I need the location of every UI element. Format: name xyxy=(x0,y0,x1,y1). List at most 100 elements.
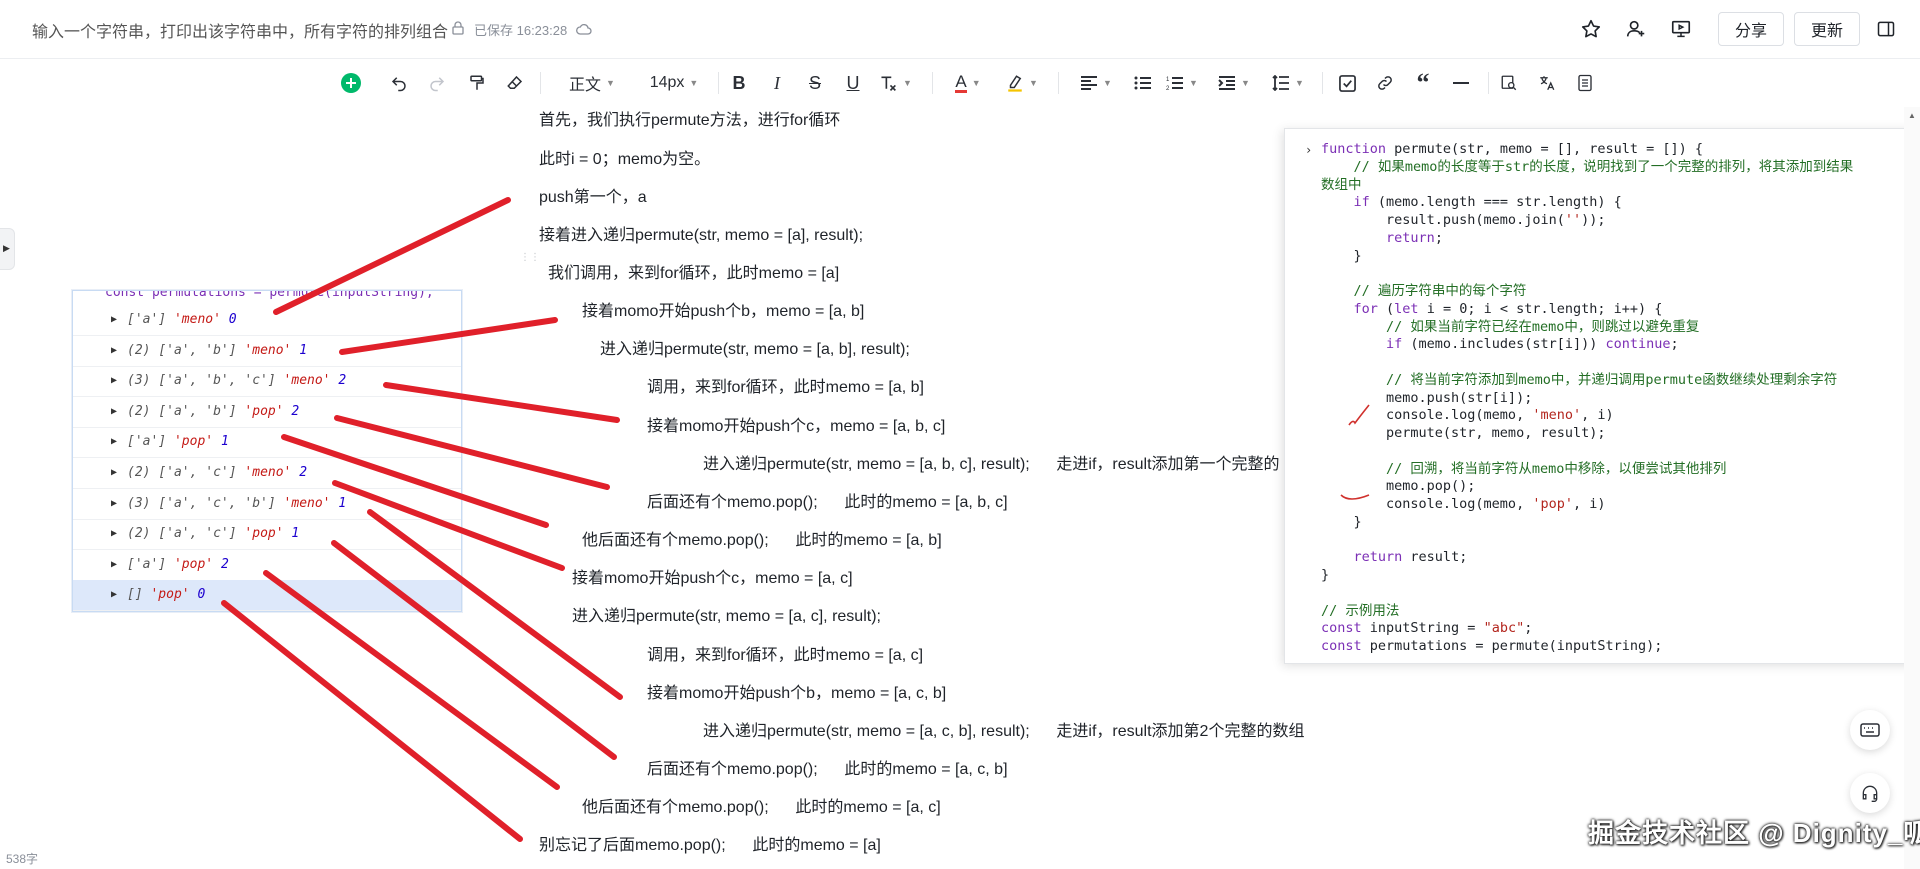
expand-arrow-icon[interactable]: ▶ xyxy=(111,397,117,427)
doc-line[interactable]: 进入递归permute(str, memo = [a, c, b], resul… xyxy=(703,722,1304,742)
expand-arrow-icon[interactable]: ▶ xyxy=(111,519,117,549)
expand-arrow-icon[interactable]: ▶ xyxy=(111,550,117,580)
doc-line[interactable]: 后面还有个memo.pop(); 此时的memo = [a, b, c] xyxy=(647,493,1008,513)
doc-line[interactable]: 接着进入递归permute(str, memo = [a], result); xyxy=(539,226,863,246)
font-size-value: 14px xyxy=(649,74,685,91)
chevron-down-icon: ▼ xyxy=(903,78,912,88)
doc-line[interactable]: push第一个，a xyxy=(539,188,647,208)
indent-icon[interactable]: ▼ xyxy=(1214,70,1254,96)
drag-handle-icon[interactable]: ⋮⋮ xyxy=(520,252,540,263)
toolbar-divider xyxy=(1322,72,1323,94)
doc-line[interactable]: 进入递归permute(str, memo = [a, b, c], resul… xyxy=(703,455,1280,475)
more-tools-icon[interactable] xyxy=(1572,70,1598,96)
code-line: return result; xyxy=(1353,549,1468,566)
toolbar-divider xyxy=(1058,72,1059,94)
console-row[interactable]: ▶ (2) ['a', 'c'] 'meno' 2 xyxy=(73,458,461,489)
align-icon[interactable]: ▼ xyxy=(1076,70,1116,96)
expand-arrow-icon[interactable]: ▶ xyxy=(111,305,117,335)
add-block-button[interactable] xyxy=(338,70,364,96)
console-row[interactable]: ▶ (3) ['a', 'b', 'c'] 'meno' 2 xyxy=(73,366,461,398)
help-support-button[interactable] xyxy=(1850,773,1890,813)
sidebar-toggle-icon[interactable] xyxy=(1872,15,1900,43)
task-checkbox-icon[interactable] xyxy=(1334,70,1360,96)
console-row[interactable]: ▶ ['a'] 'pop' 1 xyxy=(73,427,461,459)
strikethrough-icon[interactable]: S xyxy=(802,70,828,96)
divider-icon[interactable] xyxy=(1448,70,1474,96)
share-button[interactable]: 分享 xyxy=(1718,12,1784,46)
present-icon[interactable] xyxy=(1667,15,1695,43)
code-line: } xyxy=(1321,567,1330,583)
expand-arrow-icon[interactable]: ▶ xyxy=(111,580,117,610)
bold-icon[interactable]: B xyxy=(726,70,752,96)
console-row[interactable]: ▶ (3) ['a', 'c', 'b'] 'meno' 1 xyxy=(73,489,461,520)
add-user-icon[interactable] xyxy=(1622,15,1650,43)
bullet-list-icon[interactable] xyxy=(1130,70,1156,96)
expand-arrow-icon[interactable]: ▶ xyxy=(111,427,117,457)
keyboard-shortcuts-button[interactable] xyxy=(1850,710,1890,750)
console-token: 'pop' xyxy=(244,526,284,542)
quote-icon[interactable]: “ xyxy=(1410,68,1436,97)
doc-line[interactable]: 我们调用，来到for循环，此时memo = [a] xyxy=(548,264,839,284)
console-token: ['a', 'c'] xyxy=(158,526,237,542)
update-button[interactable]: 更新 xyxy=(1794,12,1860,46)
expand-arrow-icon[interactable]: ▶ xyxy=(111,489,117,519)
doc-line[interactable]: 接着momo开始push个c，memo = [a, b, c] xyxy=(647,417,945,437)
cloud-icon xyxy=(576,22,592,40)
code-line: for (let i = 0; i < str.length; i++) { xyxy=(1353,300,1663,317)
highlight-icon[interactable]: ▼ xyxy=(1002,70,1042,96)
paragraph-style-select[interactable]: 正文 ▼ xyxy=(560,70,624,96)
console-token: 'meno' xyxy=(244,465,292,480)
console-token: ['a'] xyxy=(127,312,167,327)
expand-arrow-icon[interactable]: ▶ xyxy=(111,336,117,366)
handwritten-check-mark xyxy=(1348,404,1370,426)
doc-line[interactable]: 他后面还有个memo.pop(); 此时的memo = [a, c] xyxy=(582,798,941,818)
line-height-icon[interactable]: ▼ xyxy=(1268,70,1308,96)
console-token: 'meno' xyxy=(244,342,292,358)
console-row[interactable]: ▶ (2) ['a', 'b'] 'pop' 2 xyxy=(73,397,461,428)
code-line: const inputString = "abc"; xyxy=(1321,620,1533,637)
clear-format-icon[interactable]: ▼ xyxy=(878,70,912,96)
expand-arrow-icon[interactable]: ▶ xyxy=(111,458,117,488)
ordered-list-icon[interactable]: 1 2 ▼ xyxy=(1162,70,1202,96)
console-row-text: ['a'] 'pop' 2 xyxy=(127,550,229,580)
console-row[interactable]: ▶ [] 'pop' 0 xyxy=(73,580,461,611)
doc-line[interactable]: 进入递归permute(str, memo = [a, c], result); xyxy=(572,607,881,627)
star-icon[interactable] xyxy=(1577,15,1605,43)
undo-icon[interactable] xyxy=(386,70,412,96)
find-replace-icon[interactable] xyxy=(1496,70,1522,96)
doc-line[interactable]: 接着momo开始push个b，memo = [a, b] xyxy=(582,302,864,322)
console-token: 'meno' xyxy=(173,312,221,327)
font-size-select[interactable]: 14px ▼ xyxy=(642,70,706,96)
doc-line[interactable]: 调用，来到for循环，此时memo = [a, c] xyxy=(647,646,923,666)
italic-icon[interactable]: I xyxy=(764,70,790,96)
sidebar-expand-tab[interactable]: ▶ xyxy=(0,228,15,270)
doc-line[interactable]: 首先，我们执行permute方法，进行for循环 xyxy=(539,111,840,131)
expand-arrow-icon[interactable]: ▶ xyxy=(111,366,117,396)
doc-line[interactable]: 此时i = 0；memo为空。 xyxy=(539,150,710,170)
handwritten-tick-mark xyxy=(1340,494,1370,500)
doc-line[interactable]: 调用，来到for循环，此时memo = [a, b] xyxy=(647,378,924,398)
console-row-text: (2) ['a', 'b'] 'meno' 1 xyxy=(127,336,307,366)
doc-line[interactable]: 后面还有个memo.pop(); 此时的memo = [a, c, b] xyxy=(647,760,1008,780)
doc-line[interactable]: 进入递归permute(str, memo = [a, b], result); xyxy=(600,340,910,360)
translate-icon[interactable] xyxy=(1534,70,1560,96)
console-token: 'meno' xyxy=(283,495,331,511)
doc-line[interactable]: 接着momo开始push个c，memo = [a, c] xyxy=(572,569,853,589)
doc-line[interactable]: 接着momo开始push个b，memo = [a, c, b] xyxy=(647,684,946,704)
text-color-icon[interactable]: A ▼ xyxy=(948,70,988,96)
document-title[interactable]: 输入一个字符串，打印出该字符串中，所有字符的排列组合 xyxy=(32,18,448,42)
code-line: if (memo.includes(str[i])) continue; xyxy=(1386,336,1679,353)
format-painter-icon[interactable] xyxy=(464,70,490,96)
eraser-icon[interactable] xyxy=(502,70,528,96)
doc-line[interactable]: 别忘记了后面memo.pop(); 此时的memo = [a] xyxy=(539,836,881,856)
console-token: ['a', 'c', 'b'] xyxy=(158,495,276,511)
console-row[interactable]: ▶ ['a'] 'meno' 0 xyxy=(73,305,461,336)
link-icon[interactable] xyxy=(1372,70,1398,96)
redo-icon[interactable] xyxy=(424,70,450,96)
console-row[interactable]: ▶ (2) ['a', 'b'] 'meno' 1 xyxy=(73,336,461,367)
console-row[interactable]: ▶ ['a'] 'pop' 2 xyxy=(73,550,461,581)
page-scrollbar[interactable]: ▲ xyxy=(1904,107,1920,869)
doc-line[interactable]: 他后面还有个memo.pop(); 此时的memo = [a, b] xyxy=(582,531,942,551)
underline-icon[interactable]: U xyxy=(840,70,866,96)
console-row[interactable]: ▶ (2) ['a', 'c'] 'pop' 1 xyxy=(73,519,461,551)
